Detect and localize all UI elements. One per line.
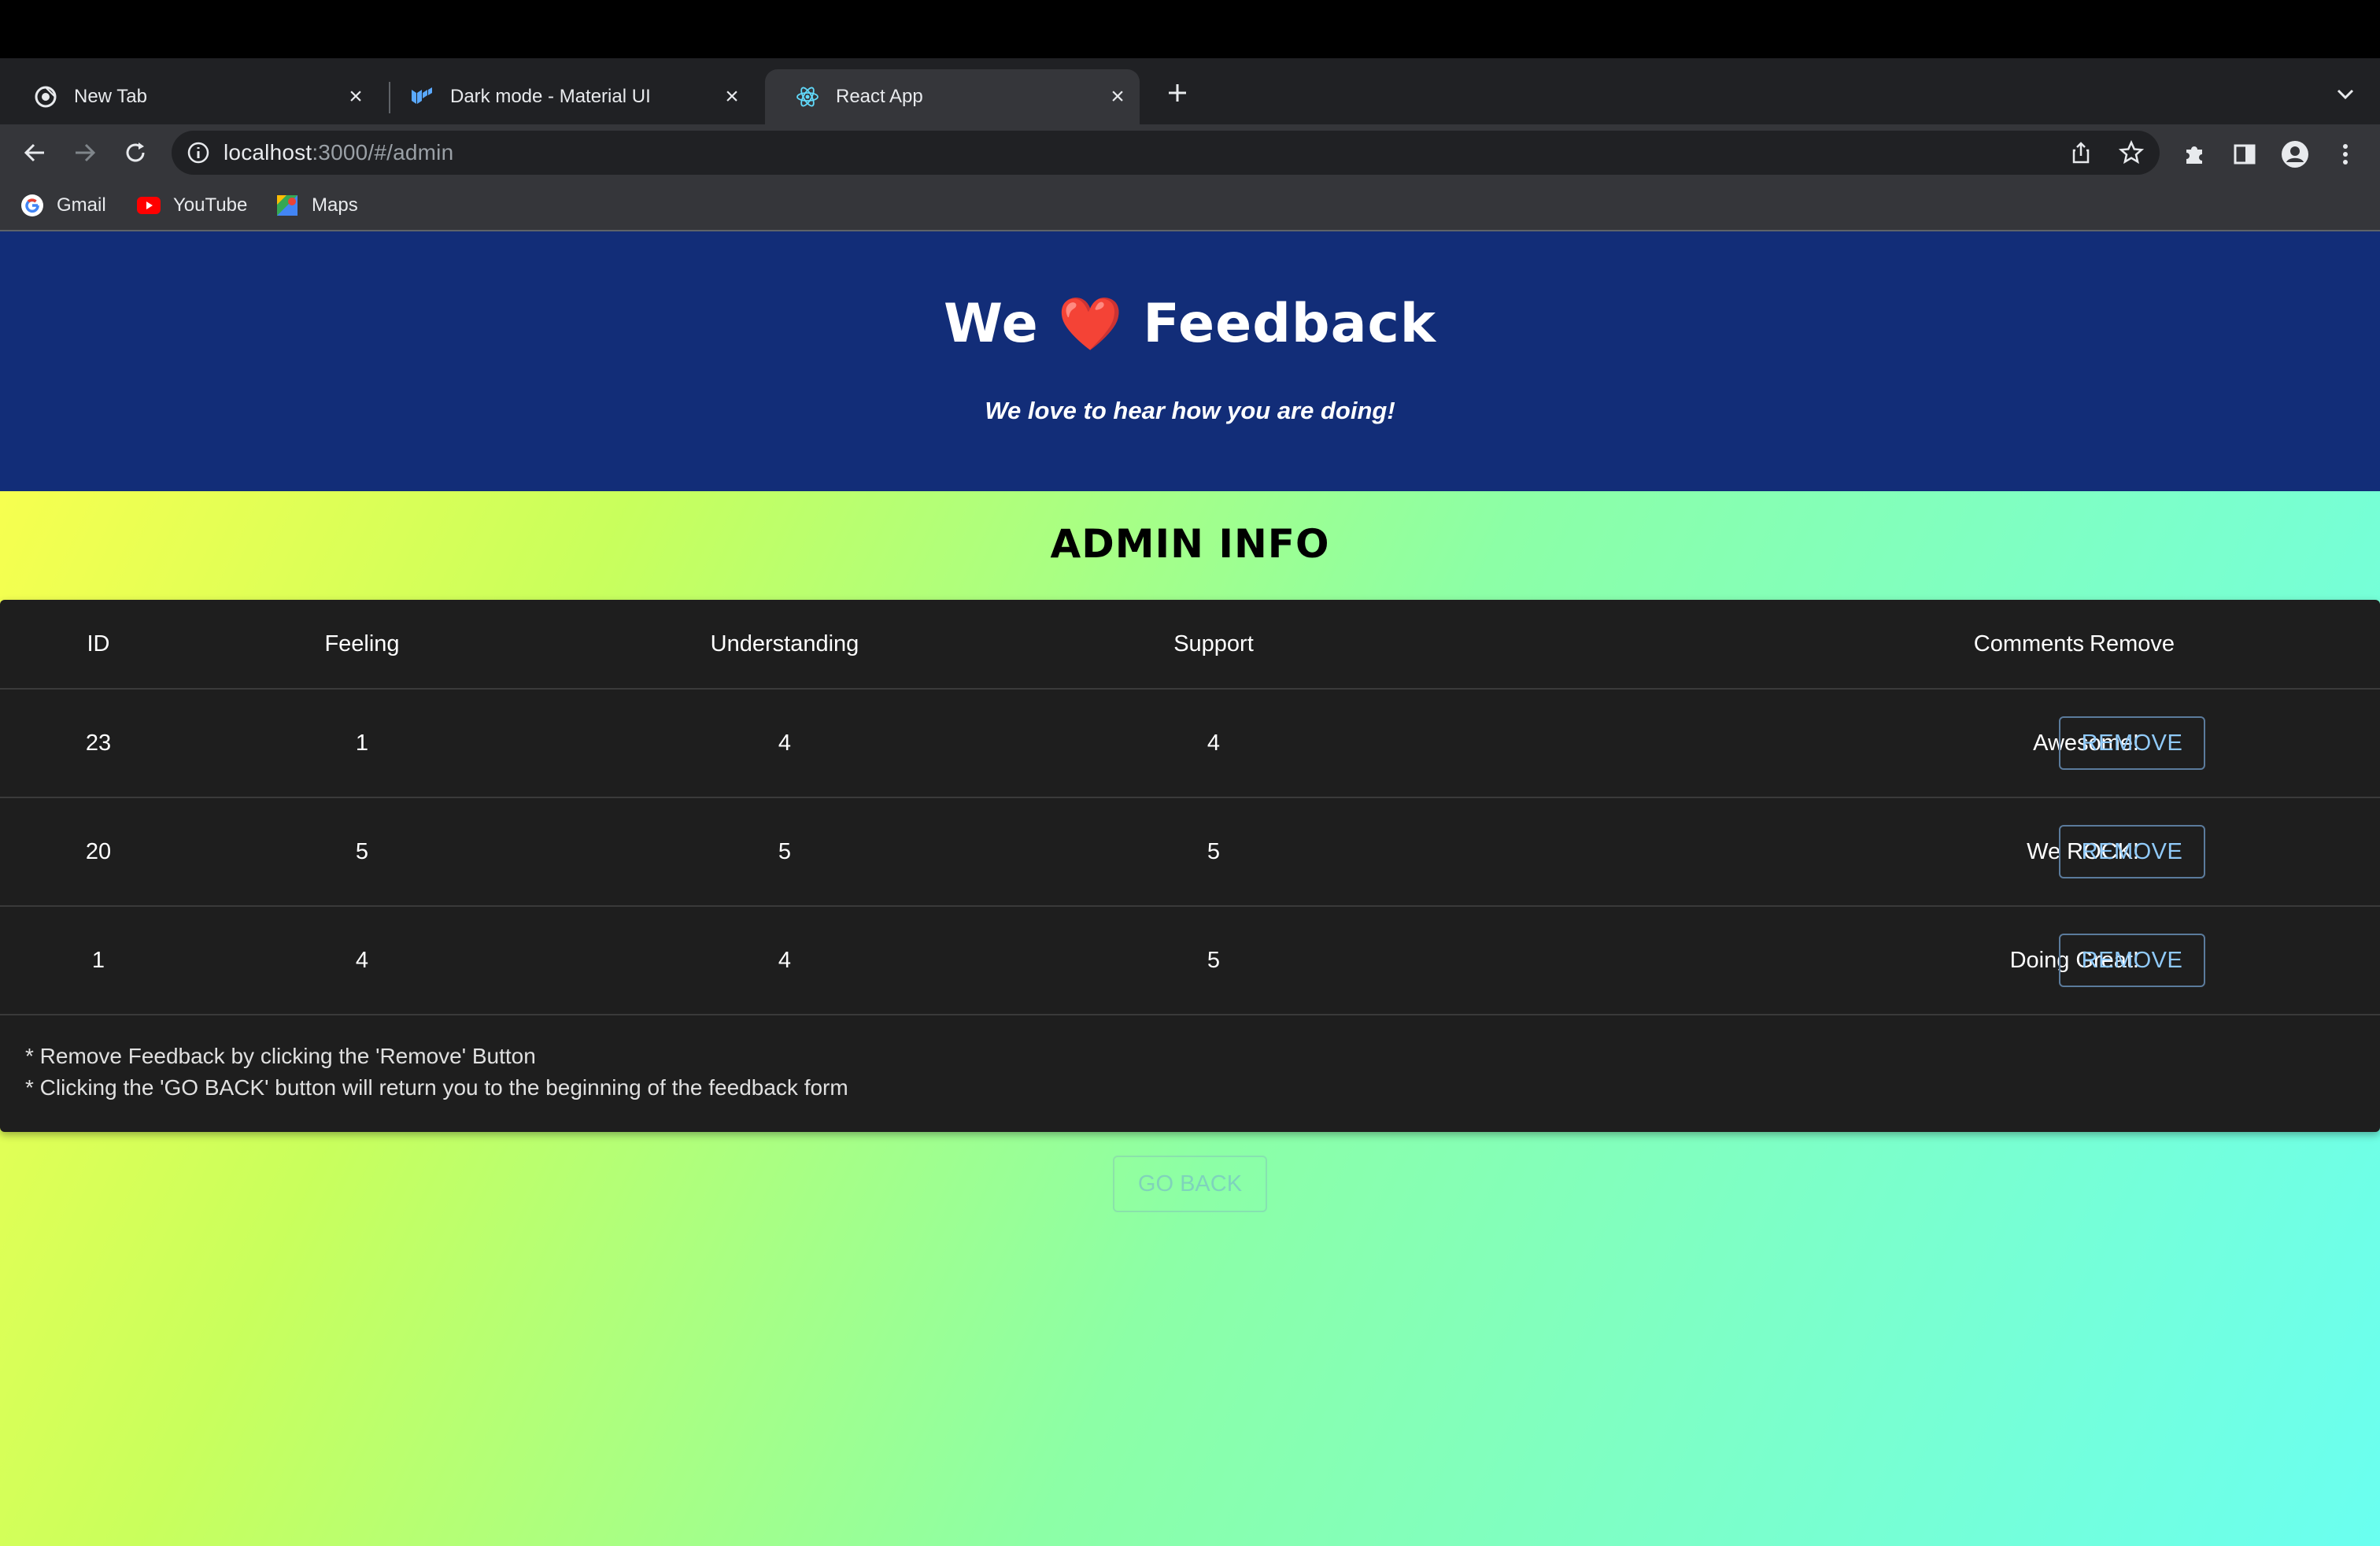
google-icon xyxy=(20,194,44,217)
bookmarks-bar: Gmail YouTube Maps xyxy=(0,181,2380,231)
cell-understanding: 5 xyxy=(527,797,1042,907)
chrome-icon xyxy=(33,84,58,109)
tab-react-app[interactable]: React App × xyxy=(765,69,1140,124)
cell-id: 20 xyxy=(0,797,197,907)
tab-title: React App xyxy=(836,86,923,107)
remove-button[interactable]: REMOVE xyxy=(2059,716,2205,770)
window-top-bar xyxy=(0,0,2380,58)
arrow-right-icon xyxy=(76,143,96,162)
bookmark-youtube[interactable]: YouTube xyxy=(137,192,247,219)
youtube-icon xyxy=(137,194,161,217)
address-bar[interactable]: localhost:3000/#/admin xyxy=(172,131,2160,175)
extensions-icon[interactable] xyxy=(2179,139,2210,170)
star-icon[interactable] xyxy=(2119,140,2144,165)
react-icon xyxy=(795,84,820,109)
cell-id: 23 xyxy=(0,689,197,798)
cell-remove: REMOVE xyxy=(2059,797,2380,907)
tab-title: New Tab xyxy=(74,86,147,107)
bookmark-gmail[interactable]: Gmail xyxy=(20,192,106,219)
info-icon[interactable] xyxy=(186,140,211,165)
profile-icon[interactable] xyxy=(2279,139,2311,170)
back-button[interactable] xyxy=(14,132,55,173)
table-notes: * Remove Feedback by clicking the 'Remov… xyxy=(25,1041,848,1104)
share-icon[interactable] xyxy=(2068,140,2094,165)
arrow-left-icon xyxy=(24,143,44,162)
page-subtitle: We love to hear how you are doing! xyxy=(985,397,1395,424)
table-row: 1 4 4 5 Doing Great! REMOVE xyxy=(0,906,2380,1015)
tab-title: Dark mode - Material UI xyxy=(450,86,651,107)
table-row: 23 1 4 4 Awesome! REMOVE xyxy=(0,689,2380,798)
reload-button[interactable] xyxy=(115,132,156,173)
feedback-table: ID Feeling Understanding Support Comment… xyxy=(0,600,2380,1015)
mui-icon xyxy=(409,84,434,109)
remove-button[interactable]: REMOVE xyxy=(2059,934,2205,987)
feedback-table-panel: ID Feeling Understanding Support Comment… xyxy=(0,600,2380,1132)
maps-icon xyxy=(275,194,299,217)
page-title: We ❤️ Feedback xyxy=(944,293,1436,355)
column-header-understanding: Understanding xyxy=(527,600,1042,690)
forward-button[interactable] xyxy=(65,132,105,173)
close-icon[interactable]: × xyxy=(718,83,746,111)
column-header-id: ID xyxy=(0,600,197,690)
cell-feeling: 4 xyxy=(197,906,527,1015)
browser-toolbar: localhost:3000/#/admin xyxy=(0,124,2380,181)
tab-new-tab[interactable]: New Tab × xyxy=(3,69,378,124)
heart-icon: ❤️ xyxy=(1058,294,1124,354)
table-row: 20 5 5 5 We ROCK! REMOVE xyxy=(0,797,2380,907)
app-header: We ❤️ Feedback We love to hear how you a… xyxy=(0,231,2380,491)
bookmark-maps[interactable]: Maps xyxy=(275,192,358,219)
cell-support: 5 xyxy=(1042,797,1385,907)
remove-button[interactable]: REMOVE xyxy=(2059,825,2205,878)
cell-support: 4 xyxy=(1042,689,1385,798)
note-line: * Clicking the 'GO BACK' button will ret… xyxy=(25,1075,848,1100)
go-back-button[interactable]: GO BACK xyxy=(1113,1156,1267,1212)
close-icon[interactable]: × xyxy=(342,83,370,111)
column-header-feeling: Feeling xyxy=(197,600,527,690)
url-text: localhost:3000/#/admin xyxy=(224,140,454,165)
note-line: * Remove Feedback by clicking the 'Remov… xyxy=(25,1044,536,1068)
cell-understanding: 4 xyxy=(527,906,1042,1015)
tab-material-ui[interactable]: Dark mode - Material UI × xyxy=(379,69,754,124)
cell-feeling: 1 xyxy=(197,689,527,798)
column-header-remove: Remove xyxy=(2090,600,2380,690)
close-icon[interactable]: × xyxy=(1103,83,1132,111)
plus-icon xyxy=(1169,84,1186,102)
page-content: We ❤️ Feedback We love to hear how you a… xyxy=(0,231,2380,1546)
admin-info-heading: ADMIN INFO xyxy=(1050,521,1330,567)
column-header-support: Support xyxy=(1042,600,1385,690)
cell-remove: REMOVE xyxy=(2059,906,2380,1015)
cell-support: 5 xyxy=(1042,906,1385,1015)
new-tab-button[interactable] xyxy=(1160,76,1195,110)
cell-understanding: 4 xyxy=(527,689,1042,798)
table-header-row: ID Feeling Understanding Support Comment… xyxy=(0,600,2380,690)
side-panel-icon[interactable] xyxy=(2229,139,2260,170)
cell-feeling: 5 xyxy=(197,797,527,907)
chevron-down-icon xyxy=(2337,89,2354,100)
cell-remove: REMOVE xyxy=(2059,689,2380,798)
cell-id: 1 xyxy=(0,906,197,1015)
tab-search-button[interactable] xyxy=(2330,79,2361,110)
reload-icon xyxy=(126,142,145,162)
more-menu-icon[interactable] xyxy=(2330,139,2361,170)
